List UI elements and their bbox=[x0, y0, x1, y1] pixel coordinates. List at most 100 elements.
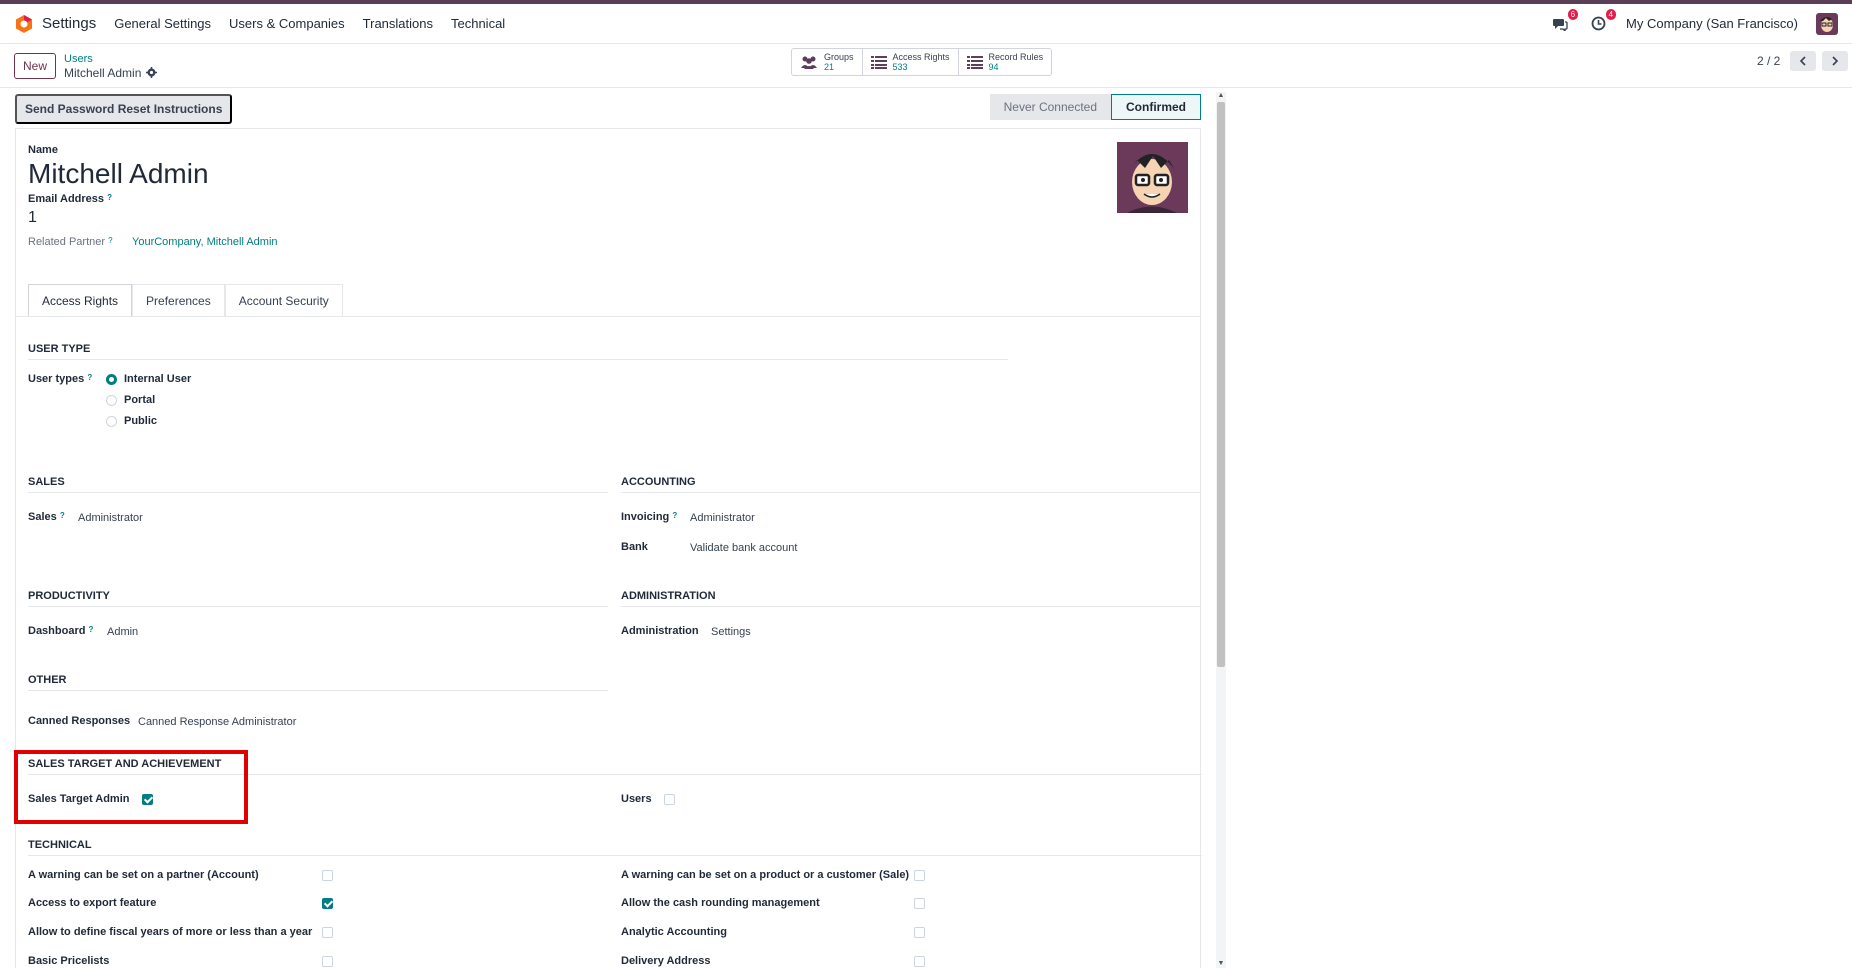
radio-internal-user-label[interactable]: Internal User bbox=[124, 373, 191, 385]
section-sales: SALES bbox=[28, 476, 608, 493]
email-label: Email Address ? bbox=[28, 193, 112, 205]
administration-label: Administration bbox=[621, 625, 699, 637]
user-avatar[interactable] bbox=[1816, 12, 1838, 35]
tech-option-label: A warning can be set on a partner (Accou… bbox=[28, 869, 259, 881]
related-partner-label: Related Partner ? bbox=[28, 236, 113, 248]
invoicing-select[interactable]: Administrator bbox=[690, 512, 755, 524]
sales-label: Sales ? bbox=[28, 511, 65, 523]
send-password-reset-button[interactable]: Send Password Reset Instructions bbox=[15, 94, 233, 124]
pager-previous-button[interactable] bbox=[1790, 51, 1817, 71]
tech-option-checkbox[interactable] bbox=[914, 956, 925, 967]
dashboard-select[interactable]: Admin bbox=[107, 626, 138, 638]
tech-option-label: Allow the cash rounding management bbox=[621, 897, 820, 909]
groups-smart-button[interactable]: Groups 21 bbox=[792, 49, 863, 75]
access-rights-count: 533 bbox=[892, 62, 908, 72]
app-name[interactable]: Settings bbox=[42, 15, 96, 32]
chevron-left-icon bbox=[1800, 56, 1806, 66]
form-tabs: Access Rights Preferences Account Securi… bbox=[28, 284, 343, 317]
list-icon bbox=[966, 55, 983, 69]
tech-option-checkbox[interactable] bbox=[914, 927, 925, 938]
access-rights-smart-button[interactable]: Access Rights 533 bbox=[863, 49, 959, 75]
messages-button[interactable]: 6 bbox=[1550, 8, 1579, 34]
record-rules-count: 94 bbox=[988, 62, 999, 72]
administration-select[interactable]: Settings bbox=[711, 626, 751, 638]
bank-select[interactable]: Validate bank account bbox=[690, 542, 797, 554]
settings-app-icon[interactable] bbox=[14, 14, 34, 34]
related-partner-link[interactable]: YourCompany, Mitchell Admin bbox=[132, 236, 278, 248]
avatar-icon bbox=[1117, 142, 1188, 213]
radio-public[interactable] bbox=[106, 416, 117, 427]
help-icon[interactable]: ? bbox=[108, 236, 112, 245]
radio-portal[interactable] bbox=[106, 395, 117, 406]
menu-translations[interactable]: Translations bbox=[363, 16, 433, 31]
form-content: Send Password Reset Instructions Never C… bbox=[0, 88, 1230, 968]
access-rights-label: Access Rights bbox=[892, 52, 950, 62]
tech-option-checkbox[interactable] bbox=[322, 927, 333, 938]
status-never-connected[interactable]: Never Connected bbox=[989, 94, 1111, 120]
tech-option-label: Allow to define fiscal years of more or … bbox=[28, 926, 313, 938]
status-confirmed[interactable]: Confirmed bbox=[1111, 94, 1201, 120]
menu-general-settings[interactable]: General Settings bbox=[114, 16, 211, 31]
users-group-icon bbox=[801, 56, 817, 69]
new-button[interactable]: New bbox=[14, 52, 57, 79]
radio-public-label[interactable]: Public bbox=[124, 415, 157, 427]
users-label: Users bbox=[621, 793, 652, 805]
company-switcher[interactable]: My Company (San Francisco) bbox=[1626, 16, 1798, 31]
user-photo[interactable] bbox=[1117, 142, 1188, 213]
pager: 2 / 2 bbox=[1757, 51, 1852, 71]
activities-button[interactable]: 4 bbox=[1588, 8, 1617, 34]
tab-account-security[interactable]: Account Security bbox=[224, 284, 343, 317]
record-rules-smart-button[interactable]: Record Rules 94 bbox=[959, 49, 1052, 75]
sales-select[interactable]: Administrator bbox=[78, 512, 143, 524]
tech-option-checkbox[interactable] bbox=[914, 898, 925, 909]
canned-responses-select[interactable]: Canned Response Administrator bbox=[138, 716, 296, 728]
groups-count: 21 bbox=[824, 62, 835, 72]
tech-option-checkbox[interactable] bbox=[322, 870, 333, 881]
status-bar: Never Connected Confirmed bbox=[989, 94, 1201, 120]
canned-responses-label: Canned Responses bbox=[28, 715, 131, 727]
section-user-type: USER TYPE bbox=[28, 343, 1008, 360]
form-scrollbar[interactable]: ▲ ▼ bbox=[1216, 92, 1226, 968]
status-row: Send Password Reset Instructions Never C… bbox=[15, 94, 1201, 124]
help-icon[interactable]: ? bbox=[87, 373, 92, 382]
tech-option-checkbox[interactable] bbox=[322, 898, 333, 909]
gear-icon[interactable] bbox=[146, 67, 158, 78]
related-partner-label-text: Related Partner bbox=[28, 236, 106, 248]
radio-internal-user[interactable] bbox=[106, 374, 117, 385]
help-icon[interactable]: ? bbox=[89, 625, 94, 634]
radio-portal-label[interactable]: Portal bbox=[124, 394, 155, 406]
scroll-thumb[interactable] bbox=[1217, 102, 1225, 667]
help-icon[interactable]: ? bbox=[672, 511, 677, 520]
tech-option-label: Analytic Accounting bbox=[621, 926, 727, 938]
breadcrumb-current-label: Mitchell Admin bbox=[64, 65, 142, 80]
pager-next-button[interactable] bbox=[1822, 51, 1849, 71]
sales-target-highlight-box bbox=[14, 750, 248, 824]
name-label: Name bbox=[28, 144, 58, 156]
tab-preferences[interactable]: Preferences bbox=[132, 284, 225, 317]
main-navbar: Settings General Settings Users & Compan… bbox=[0, 4, 1852, 44]
help-icon[interactable]: ? bbox=[107, 193, 112, 202]
email-field[interactable]: 1 bbox=[28, 209, 37, 227]
menu-users-companies[interactable]: Users & Companies bbox=[229, 16, 345, 31]
tech-option-label: Delivery Address bbox=[621, 955, 711, 967]
user-name-field[interactable]: Mitchell Admin bbox=[28, 158, 209, 190]
tech-option-label: Basic Pricelists bbox=[28, 955, 110, 967]
help-icon[interactable]: ? bbox=[60, 511, 65, 520]
control-panel: New Users Mitchell Admin Groups 21 Acces… bbox=[0, 44, 1852, 88]
scroll-up-arrow-icon[interactable]: ▲ bbox=[1217, 92, 1225, 100]
chevron-right-icon bbox=[1832, 56, 1839, 66]
menu-technical[interactable]: Technical bbox=[451, 16, 505, 31]
tab-divider bbox=[16, 316, 1200, 317]
pager-value[interactable]: 2 / 2 bbox=[1757, 54, 1780, 68]
users-checkbox[interactable] bbox=[664, 794, 675, 805]
groups-label: Groups bbox=[824, 52, 854, 62]
section-productivity: PRODUCTIVITY bbox=[28, 590, 608, 607]
section-accounting: ACCOUNTING bbox=[621, 476, 1201, 493]
bank-label: Bank bbox=[621, 541, 648, 553]
breadcrumb-current: Mitchell Admin bbox=[64, 65, 158, 80]
tech-option-checkbox[interactable] bbox=[322, 956, 333, 967]
tab-access-rights[interactable]: Access Rights bbox=[28, 284, 133, 317]
tech-option-checkbox[interactable] bbox=[914, 870, 925, 881]
scroll-down-arrow-icon[interactable]: ▼ bbox=[1217, 960, 1225, 968]
breadcrumb-users[interactable]: Users bbox=[64, 52, 157, 66]
